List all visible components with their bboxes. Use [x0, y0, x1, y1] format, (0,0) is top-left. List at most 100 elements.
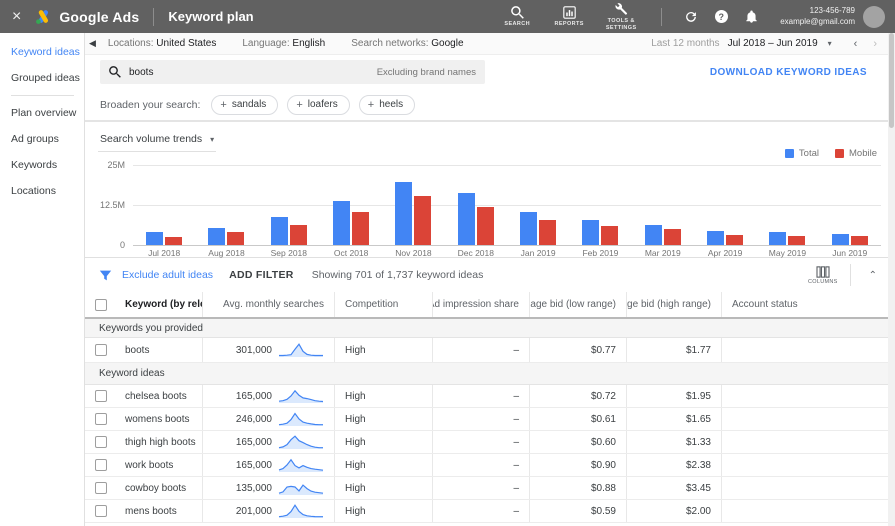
bar-mobile[interactable] — [663, 229, 681, 245]
refresh-icon[interactable] — [676, 10, 706, 24]
filter-bar-divider — [849, 264, 851, 286]
search-nav-button[interactable]: SEARCH — [491, 2, 543, 31]
row-checkbox[interactable] — [95, 390, 107, 402]
reports-nav-button[interactable]: REPORTS — [543, 2, 595, 31]
bar-mobile[interactable] — [788, 236, 806, 245]
sidebar-item-locations[interactable]: Locations — [0, 178, 84, 204]
table-row[interactable]: work boots 165,000 High – $0.90 $2.38 — [85, 454, 895, 477]
table-row[interactable]: mens boots 201,000 High – $0.59 $2.00 — [85, 500, 895, 523]
bar-total[interactable] — [333, 201, 351, 245]
bar-total[interactable] — [146, 232, 164, 245]
help-icon[interactable]: ? — [706, 10, 736, 23]
header-account-status[interactable]: Account status — [721, 292, 895, 317]
broaden-chip-sandals[interactable]: + sandals — [211, 94, 279, 115]
date-range-value[interactable]: Jul 2018 – Jun 2019 — [728, 38, 818, 49]
x-axis-label: Aug 2018 — [208, 248, 245, 258]
account-status-cell — [721, 385, 895, 407]
collapse-table-icon[interactable]: ⌃ — [863, 270, 883, 281]
vertical-scrollbar[interactable] — [888, 33, 895, 526]
bar-total[interactable] — [831, 234, 849, 245]
header-keyword-by-relevance-[interactable]: Keyword (by relevance)↓ — [115, 292, 202, 317]
row-checkbox[interactable] — [95, 344, 107, 356]
avg-monthly-searches-cell: 165,000 — [202, 431, 334, 453]
exclude-adult-ideas-filter[interactable]: Exclude adult ideas — [122, 269, 213, 281]
ad-impression-share-cell: – — [432, 408, 529, 430]
table-row[interactable]: thigh high boots 165,000 High – $0.60 $1.33 — [85, 431, 895, 454]
row-checkbox[interactable] — [95, 436, 107, 448]
x-axis-label: Dec 2018 — [457, 248, 494, 258]
chevron-down-icon[interactable]: ▾ — [828, 39, 832, 48]
trend-sparkline — [279, 343, 323, 357]
plus-icon: + — [367, 98, 375, 111]
bar-total[interactable] — [644, 225, 662, 245]
header-top-of-page-bid-high-range-[interactable]: Top of page bid (high range) — [626, 292, 721, 317]
header-avg-monthly-searches[interactable]: Avg. monthly searches — [202, 292, 334, 317]
bar-mobile[interactable] — [726, 235, 744, 245]
broaden-chip-loafers[interactable]: + loafers — [287, 94, 350, 115]
header-label: Competition — [345, 299, 399, 310]
bar-total[interactable] — [582, 220, 600, 245]
header-ad-impression-share[interactable]: Ad impression share — [432, 292, 529, 317]
bar-total[interactable] — [769, 232, 787, 245]
header-competition[interactable]: Competition — [334, 292, 432, 317]
bar-mobile[interactable] — [414, 196, 432, 245]
bar-total[interactable] — [395, 182, 413, 245]
bar-total[interactable] — [707, 231, 725, 245]
row-checkbox[interactable] — [95, 459, 107, 471]
row-checkbox[interactable] — [95, 482, 107, 494]
broaden-chip-heels[interactable]: + heels — [358, 94, 416, 115]
row-checkbox[interactable] — [95, 413, 107, 425]
keyword-search-input[interactable]: boots Excluding brand names — [100, 60, 485, 84]
legend-total: Total — [784, 148, 819, 159]
table-row[interactable]: chelsea boots 165,000 High – $0.72 $1.95 — [85, 385, 895, 408]
bid-high-cell: $2.38 — [626, 454, 721, 476]
collapse-sidebar-icon[interactable]: ◀ — [89, 38, 96, 49]
setting-searchnetworks[interactable]: Search networks: Google — [351, 38, 463, 49]
sidebar-item-plan-overview[interactable]: Plan overview — [0, 100, 84, 126]
sidebar-item-keyword-ideas[interactable]: Keyword ideas — [0, 39, 84, 65]
select-all-checkbox[interactable] — [95, 298, 107, 311]
sidebar-item-keywords[interactable]: Keywords — [0, 152, 84, 178]
scrollbar-thumb[interactable] — [889, 33, 894, 128]
bar-mobile[interactable] — [289, 225, 307, 245]
prev-period-icon[interactable]: ‹ — [854, 38, 858, 50]
notifications-bell-icon[interactable] — [736, 10, 766, 24]
keyword-cell: mens boots — [125, 505, 177, 517]
bar-mobile[interactable] — [165, 237, 183, 245]
bar-total[interactable] — [208, 228, 226, 245]
bar-total[interactable] — [520, 212, 538, 245]
settings-items: Locations: United States Language: Englis… — [108, 38, 490, 49]
download-keyword-ideas-button[interactable]: DOWNLOAD KEYWORD IDEAS — [710, 67, 867, 78]
header-top-of-page-bid-low-range-[interactable]: Top of page bid (low range) — [529, 292, 626, 317]
sidebar-item-ad-groups[interactable]: Ad groups — [0, 126, 84, 152]
keyword-cell: cowboy boots — [125, 482, 187, 494]
next-period-icon[interactable]: › — [873, 38, 877, 50]
header-label: Top of page bid (high range) — [627, 299, 711, 310]
x-axis-label: Jun 2019 — [832, 248, 868, 258]
close-icon[interactable]: × — [12, 8, 21, 25]
bar-mobile[interactable] — [227, 232, 245, 245]
table-row[interactable]: cowboy boots 135,000 High – $0.88 $3.45 — [85, 477, 895, 500]
bar-mobile[interactable] — [539, 220, 557, 245]
table-row[interactable]: boots 301,000 High – $0.77 $1.77 — [85, 338, 895, 363]
setting-locations[interactable]: Locations: United States — [108, 38, 216, 49]
bar-mobile[interactable] — [352, 212, 370, 245]
row-checkbox[interactable] — [95, 505, 107, 517]
setting-language[interactable]: Language: English — [242, 38, 325, 49]
table-row[interactable]: womens boots 246,000 High – $0.61 $1.65 — [85, 408, 895, 431]
sidebar-item-grouped-ideas[interactable]: Grouped ideas — [0, 65, 84, 91]
columns-button[interactable]: COLUMNS — [808, 265, 838, 285]
account-info[interactable]: 123-456-789 example@gmail.com — [780, 6, 855, 27]
bid-high-cell: $1.77 — [626, 338, 721, 362]
bar-total[interactable] — [457, 193, 475, 245]
tools-nav-button[interactable]: TOOLS & SETTINGS — [595, 2, 647, 31]
add-filter-button[interactable]: ADD FILTER — [229, 269, 294, 281]
keyword-ideas-table: Keyword (by relevance)↓ Avg. monthly sear… — [85, 292, 895, 523]
bar-mobile[interactable] — [601, 226, 619, 245]
keyword-cell: work boots — [125, 459, 174, 471]
trends-metric-dropdown[interactable]: Search volume trends ▾ — [98, 131, 217, 152]
bar-mobile[interactable] — [476, 207, 494, 245]
bar-total[interactable] — [270, 217, 288, 245]
bar-mobile[interactable] — [850, 236, 868, 245]
avatar[interactable] — [863, 5, 885, 28]
